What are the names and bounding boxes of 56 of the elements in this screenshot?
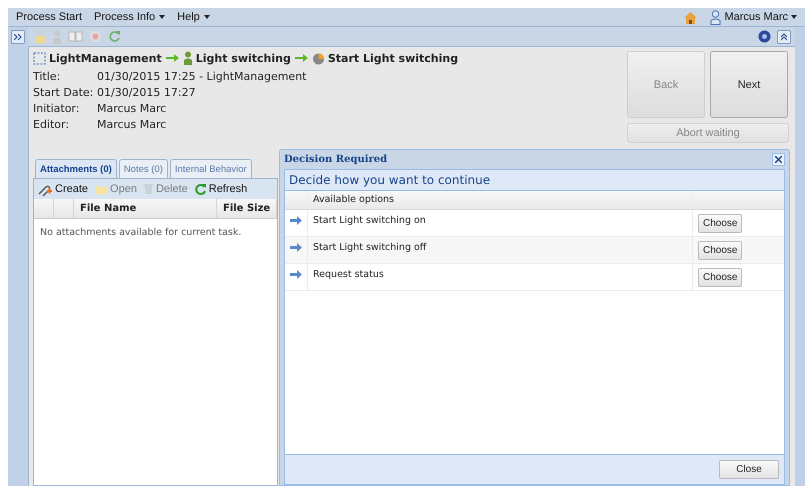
refresh-icon	[194, 182, 207, 196]
paperclip-icon	[37, 182, 53, 196]
action-button[interactable]: Refresh	[194, 182, 248, 196]
detail-value: Marcus Marc	[97, 118, 166, 131]
double-chevron-icon	[14, 34, 22, 40]
option-label: Start Light switching on	[313, 215, 426, 226]
empty-message: No attachments available for current task.	[39, 226, 242, 240]
choose-button[interactable]: Choose	[698, 214, 742, 232]
nav-button[interactable]: Next	[710, 51, 788, 118]
menu-item[interactable]: Process Info	[94, 11, 166, 23]
close-icon	[775, 156, 782, 163]
arrow-icon	[166, 54, 179, 62]
caret-icon	[204, 15, 210, 19]
column-header: File Name	[80, 203, 136, 214]
option-label: Request status	[313, 269, 384, 280]
collapse-button[interactable]	[777, 30, 791, 44]
detail-label: Start Date:	[33, 86, 94, 99]
caret-icon	[791, 15, 797, 19]
detail-value: 01/30/2015 17:27	[97, 86, 196, 99]
detail-value: 01/30/2015 17:25 - LightManagement	[97, 70, 306, 83]
detail-value: Marcus Marc	[97, 102, 166, 115]
trash-icon	[142, 183, 154, 195]
arrow-icon	[294, 54, 308, 62]
double-chevron-icon	[781, 32, 787, 40]
close-button[interactable]	[772, 153, 785, 166]
detail-label: Title:	[33, 70, 62, 83]
caret-icon	[159, 15, 166, 19]
choose-button[interactable]: Choose	[698, 268, 742, 286]
home-icon[interactable]	[683, 10, 698, 24]
action-button[interactable]: Create	[37, 182, 88, 196]
user-icon	[710, 10, 722, 24]
menu-item[interactable]: Help	[177, 11, 210, 23]
column-header: Available options	[313, 194, 394, 205]
breadcrumb-label: LightManagement	[49, 52, 162, 64]
pie-icon	[312, 52, 325, 64]
detail-label: Initiator:	[33, 102, 80, 115]
detail-label: Editor:	[33, 118, 70, 131]
breadcrumb-label: Light switching	[196, 52, 291, 64]
menu-item[interactable]: Process Start	[16, 11, 82, 23]
arrow-icon	[290, 216, 302, 225]
person-icon	[182, 51, 193, 65]
dialog-title: Decision Required	[284, 154, 388, 165]
arrow-icon	[290, 243, 302, 252]
tab[interactable]: Notes (0)	[118, 159, 168, 178]
user-menu[interactable]: Marcus Marc	[710, 10, 797, 24]
column-header: File Size	[223, 203, 270, 214]
arrow-icon	[290, 270, 302, 279]
tab[interactable]: Internal Behavior	[170, 159, 252, 178]
close-button[interactable]: Close	[719, 460, 779, 479]
breadcrumb-label: Start Light switching	[328, 52, 458, 64]
option-label: Start Light switching off	[313, 242, 426, 253]
process-icon	[33, 52, 46, 64]
choose-button[interactable]: Choose	[698, 240, 742, 260]
folder-icon	[94, 183, 108, 195]
tab[interactable]: Attachments (0)	[35, 159, 117, 178]
expand-button[interactable]	[11, 30, 25, 44]
